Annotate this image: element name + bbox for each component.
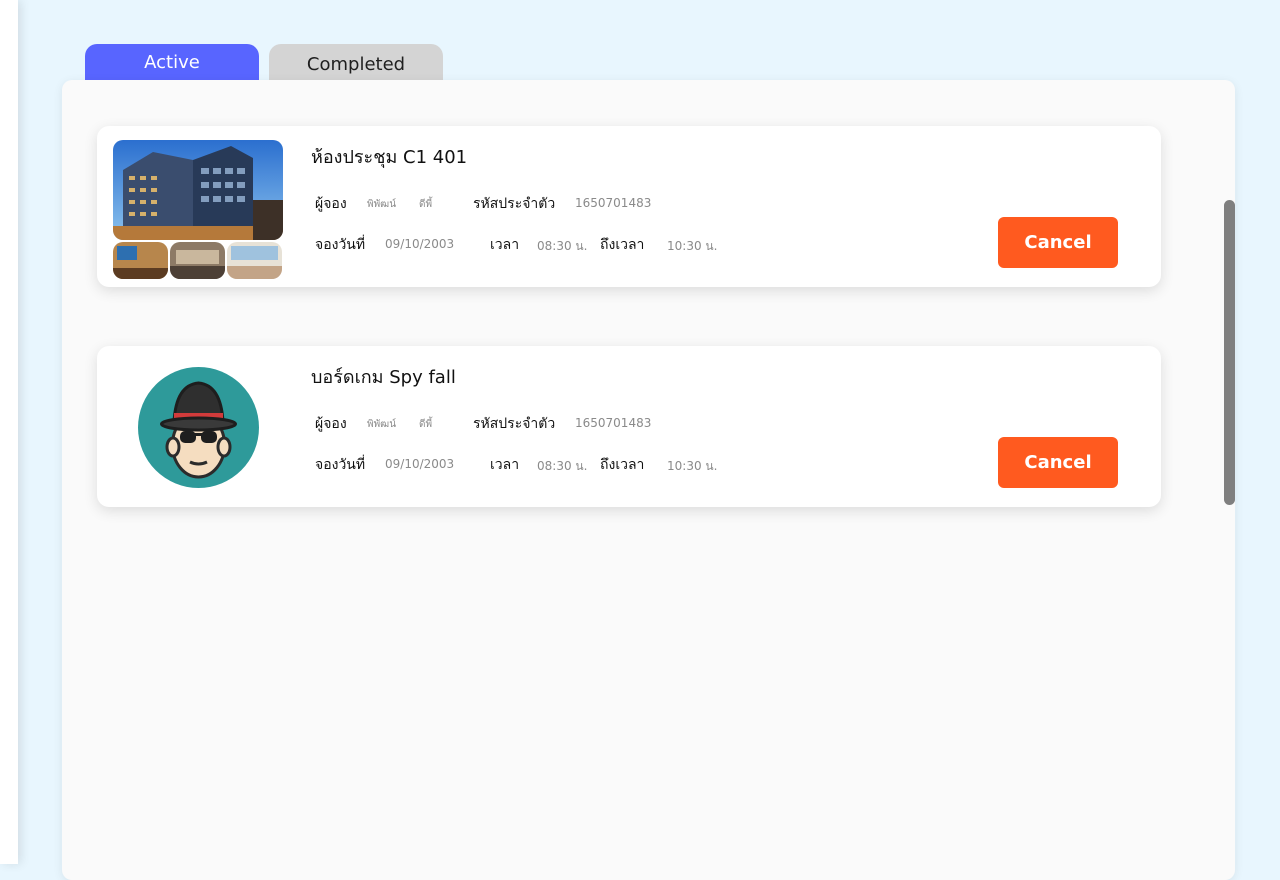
booker-last-name: ดีพี้ (419, 199, 433, 210)
time-value: 08:30 น. (537, 239, 588, 253)
time-value: 08:30 น. (537, 459, 588, 473)
to-time-value: 10:30 น. (667, 459, 718, 473)
id-label: รหัสประจำตัว (473, 416, 556, 432)
booking-title: บอร์ดเกม Spy fall (311, 367, 456, 388)
booking-title: ห้องประชุม C1 401 (311, 147, 468, 168)
date-value: 09/10/2003 (385, 457, 455, 471)
room-photo-main (113, 140, 283, 240)
tab-active-label: Active (144, 52, 200, 73)
booking-card: บอร์ดเกม Spy fall ผู้จอง พิพัฒน์ ดีพี้ ร… (97, 346, 1161, 507)
booker-first-name: พิพัฒน์ (367, 419, 397, 430)
booking-card: ห้องประชุม C1 401 ผู้จอง พิพัฒน์ ดีพี้ ร… (97, 126, 1161, 287)
booker-first-name: พิพัฒน์ (367, 199, 397, 210)
id-label: รหัสประจำตัว (473, 196, 556, 212)
date-value: 09/10/2003 (385, 237, 455, 251)
cancel-button[interactable]: Cancel (998, 217, 1118, 268)
date-label: จองวันที่ (315, 457, 366, 473)
left-edge-panel (0, 0, 18, 864)
time-label: เวลา (490, 237, 520, 253)
spy-avatar-icon (138, 367, 259, 488)
id-value: 1650701483 (575, 416, 652, 430)
to-time-value: 10:30 น. (667, 239, 718, 253)
date-label: จองวันที่ (315, 237, 366, 253)
to-time-label: ถึงเวลา (600, 457, 645, 473)
booker-label: ผู้จอง (315, 196, 347, 212)
tab-completed-label: Completed (306, 54, 406, 75)
to-time-label: ถึงเวลา (600, 237, 645, 253)
room-thumbnail-1 (113, 242, 168, 279)
scrollbar[interactable] (1224, 200, 1235, 505)
time-label: เวลา (490, 457, 520, 473)
booker-label: ผู้จอง (315, 416, 347, 432)
id-value: 1650701483 (575, 196, 652, 210)
booker-last-name: ดีพี้ (419, 419, 433, 430)
room-thumbnail-2 (170, 242, 225, 279)
scrollbar-thumb[interactable] (1224, 200, 1235, 505)
cancel-button[interactable]: Cancel (998, 437, 1118, 488)
room-thumbnail-3 (227, 242, 282, 279)
